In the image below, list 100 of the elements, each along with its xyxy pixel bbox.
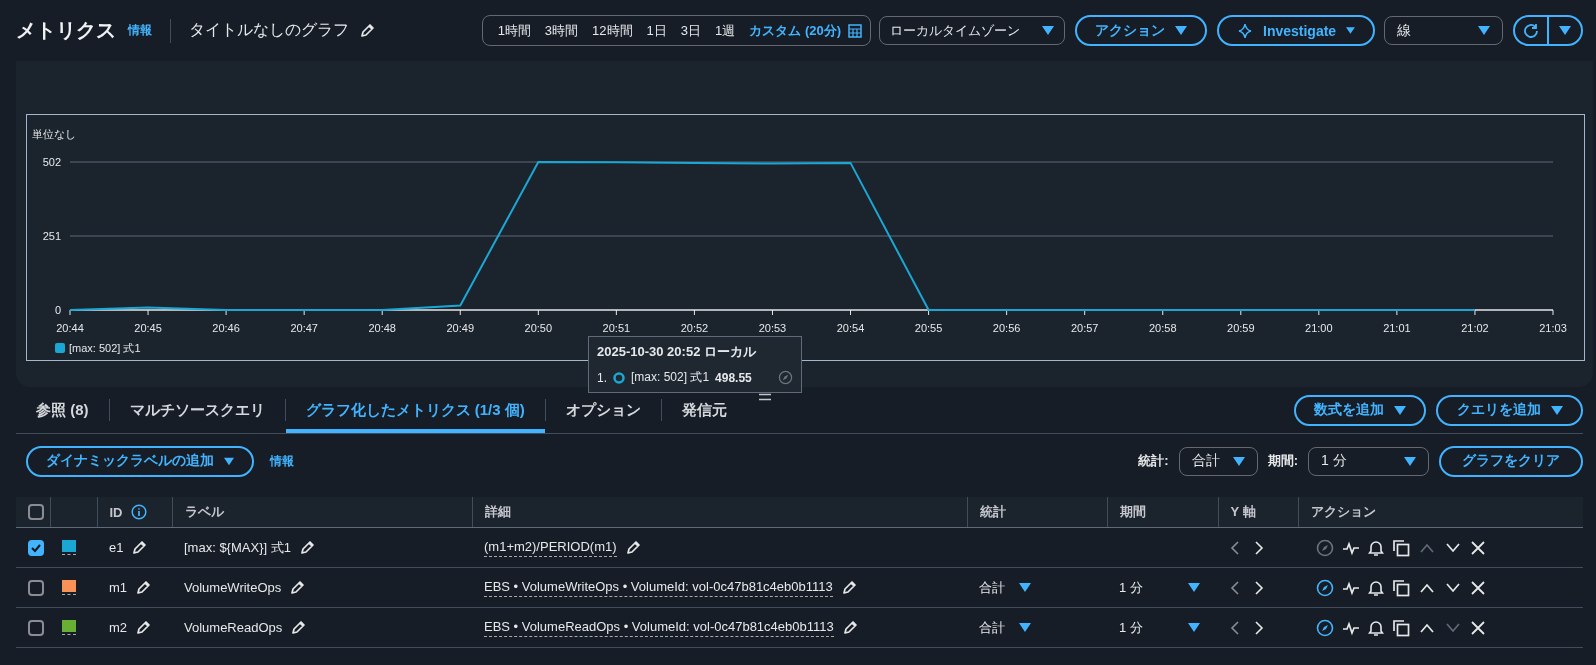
info-link[interactable]: 情報 — [128, 22, 152, 39]
tab[interactable]: グラフ化したメトリクス (1/3 個) — [285, 387, 545, 433]
pulse-icon[interactable] — [1342, 620, 1360, 635]
tooltip-series-label: [max: 502] 式1 — [631, 369, 710, 386]
time-range-option[interactable]: 12時間 — [585, 21, 640, 40]
time-range-option[interactable]: 3時間 — [537, 21, 586, 40]
close-icon[interactable] — [1470, 579, 1486, 596]
time-range-option[interactable]: 1日 — [639, 21, 674, 40]
caret-icon — [1550, 405, 1563, 415]
period-dropdown[interactable]: 1 分 — [1308, 446, 1429, 476]
chevron-right-icon[interactable] — [1254, 620, 1264, 635]
refresh-split-button[interactable] — [1513, 15, 1583, 46]
pencil-icon[interactable] — [135, 619, 152, 636]
chevron-up-icon[interactable] — [1418, 621, 1436, 634]
time-range-option[interactable]: カスタム (20分) — [742, 21, 848, 40]
caret-icon — [1019, 583, 1031, 592]
period-value[interactable]: 1 分 — [1119, 578, 1143, 597]
x-tick-label: 20:46 — [212, 322, 240, 334]
compass-icon[interactable] — [1316, 618, 1334, 637]
info-icon[interactable] — [130, 504, 147, 520]
caret-icon — [1404, 456, 1416, 466]
chevron-right-icon[interactable] — [1254, 540, 1264, 555]
select-all-checkbox[interactable] — [28, 504, 44, 520]
bell-icon[interactable] — [1368, 578, 1384, 597]
x-tick-label: 20:44 — [56, 322, 84, 334]
pencil-icon[interactable] — [135, 579, 152, 596]
page-title: メトリクス — [16, 18, 116, 43]
pencil-icon[interactable] — [840, 579, 857, 596]
y-tick-label: 0 — [54, 304, 61, 316]
chevron-left-icon[interactable] — [1230, 540, 1240, 555]
pencil-icon[interactable] — [290, 619, 307, 636]
bell-icon[interactable] — [1368, 538, 1384, 557]
pulse-icon[interactable] — [1342, 540, 1360, 555]
column-header: ID — [109, 504, 123, 520]
color-swatch[interactable] — [62, 540, 76, 555]
row-checkbox[interactable] — [28, 619, 44, 636]
chevron-up-icon[interactable] — [1418, 581, 1436, 594]
chevron-left-icon[interactable] — [1230, 580, 1240, 595]
pencil-icon[interactable] — [359, 22, 375, 39]
refresh-icon[interactable] — [1522, 21, 1540, 40]
metric-details[interactable]: EBS • VolumeReadOps • VolumeId: vol-0c47b81c4eb0b1113 — [484, 618, 834, 637]
add-math-button[interactable]: 数式を追加 — [1294, 394, 1426, 426]
caret-icon — [1478, 26, 1490, 35]
statistic-value[interactable]: 合計 — [979, 578, 1005, 597]
copy-icon[interactable] — [1392, 618, 1410, 637]
copy-icon[interactable] — [1392, 538, 1410, 557]
time-range-option[interactable]: 1時間 — [490, 21, 538, 40]
time-range-option[interactable]: 1週 — [708, 21, 743, 40]
pencil-icon[interactable] — [298, 539, 315, 556]
metric-details[interactable]: EBS • VolumeWriteOps • VolumeId: vol-0c47b81c4eb0b1113 — [484, 578, 833, 597]
x-tick-label: 20:53 — [758, 322, 787, 334]
tab[interactable]: 参照 (8) — [16, 387, 109, 433]
tab[interactable]: オプション — [545, 387, 661, 433]
investigate-button[interactable]: Investigate — [1217, 15, 1375, 46]
row-checkbox[interactable] — [28, 539, 44, 556]
caret-icon — [1175, 26, 1187, 35]
bell-icon[interactable] — [1368, 618, 1384, 637]
pencil-icon[interactable] — [289, 579, 306, 596]
statistic-value[interactable]: 合計 — [979, 618, 1005, 637]
compass-icon[interactable] — [778, 370, 793, 385]
x-tick-label: 20:51 — [602, 322, 631, 334]
color-swatch[interactable] — [62, 580, 76, 595]
add-dynamic-label-button[interactable]: ダイナミックラベルの追加 — [26, 445, 254, 477]
chevron-right-icon[interactable] — [1254, 580, 1264, 595]
close-icon[interactable] — [1470, 539, 1486, 556]
graph-title: タイトルなしのグラフ — [189, 20, 349, 40]
close-icon[interactable] — [1470, 619, 1486, 636]
tab[interactable]: マルチソースクエリ — [109, 387, 285, 433]
time-range-option[interactable]: 3日 — [673, 21, 709, 40]
metric-details[interactable]: (m1+m2)/PERIOD(m1) — [484, 538, 617, 557]
chevron-down-icon[interactable] — [1444, 581, 1462, 594]
compass-icon[interactable] — [1316, 538, 1334, 557]
pencil-icon[interactable] — [624, 539, 641, 556]
period-value[interactable]: 1 分 — [1119, 618, 1143, 637]
chart-type-dropdown[interactable]: 線 — [1384, 16, 1503, 45]
chevron-left-icon[interactable] — [1230, 620, 1240, 635]
clear-graph-button[interactable]: グラフをクリア — [1439, 445, 1583, 477]
add-query-button[interactable]: クエリを追加 — [1436, 394, 1583, 426]
x-tick-label: 20:59 — [1227, 322, 1255, 334]
color-swatch[interactable] — [62, 620, 76, 635]
chevron-down-icon[interactable] — [1444, 541, 1462, 554]
x-tick-label: 20:58 — [1148, 322, 1177, 334]
calendar-icon[interactable] — [848, 23, 862, 38]
pencil-icon[interactable] — [131, 539, 148, 556]
tab[interactable]: 発信元 — [661, 387, 747, 433]
row-checkbox[interactable] — [28, 579, 44, 596]
pencil-icon[interactable] — [841, 619, 858, 636]
column-header: ラベル — [184, 503, 224, 521]
drag-handle-icon[interactable] — [758, 393, 771, 401]
legend-label[interactable]: [max: 502] 式1 — [69, 342, 141, 354]
x-tick-label: 20:47 — [290, 322, 318, 334]
compass-icon[interactable] — [1316, 578, 1334, 597]
metric-id: e1 — [109, 540, 124, 555]
timezone-dropdown[interactable]: ローカルタイムゾーン — [879, 16, 1065, 45]
info-link[interactable]: 情報 — [270, 452, 294, 470]
statistic-dropdown[interactable]: 合計 — [1178, 446, 1258, 476]
x-tick-label: 20:49 — [446, 322, 475, 334]
copy-icon[interactable] — [1392, 578, 1410, 597]
pulse-icon[interactable] — [1342, 580, 1360, 595]
actions-button[interactable]: アクション — [1075, 15, 1207, 46]
